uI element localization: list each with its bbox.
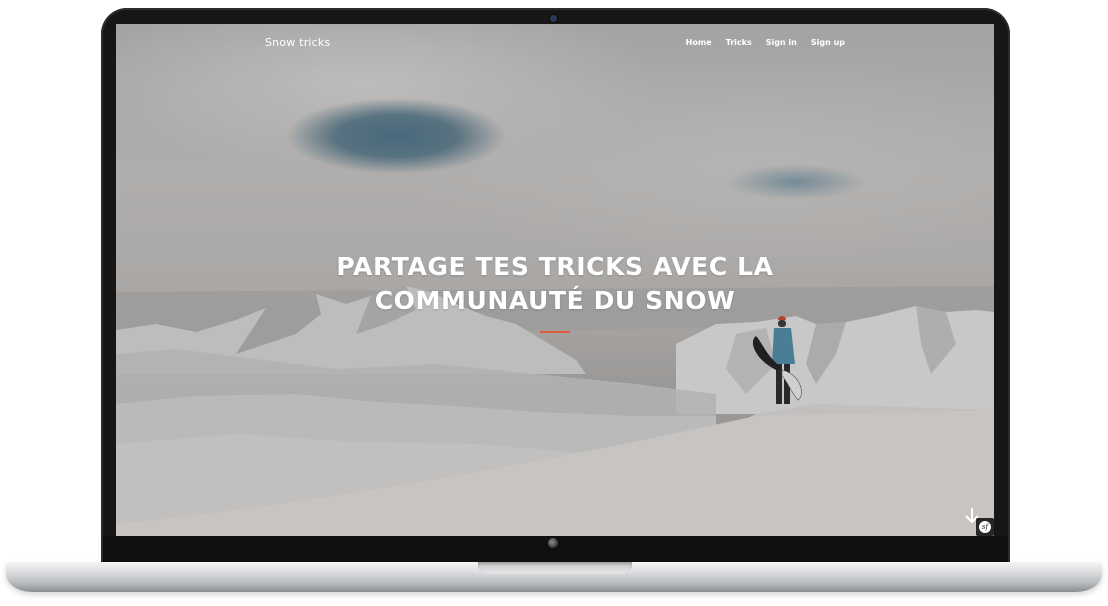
nav-link-tricks[interactable]: Tricks — [726, 38, 752, 47]
hero-title-line-2: COMMUNAUTÉ DU SNOW — [374, 286, 736, 315]
symfony-toolbar-toggle[interactable]: sf — [976, 518, 994, 536]
hero-title: PARTAGE TES TRICKS AVEC LA COMMUNAUTÉ DU… — [255, 250, 855, 318]
webcam-icon — [550, 15, 557, 22]
hero-title-line-1: PARTAGE TES TRICKS AVEC LA — [336, 252, 774, 281]
nav-link-sign-in[interactable]: Sign in — [766, 38, 797, 47]
brand-link[interactable]: Snow tricks — [265, 36, 330, 49]
screen: Snow tricks Home Tricks Sign in Sign up … — [116, 24, 994, 536]
navbar: Snow tricks Home Tricks Sign in Sign up — [116, 24, 994, 64]
laptop-logo-dot — [548, 538, 558, 548]
nav-link-sign-up[interactable]: Sign up — [811, 38, 845, 47]
nav-links: Home Tricks Sign in Sign up — [686, 38, 845, 47]
nav-link-home[interactable]: Home — [686, 38, 712, 47]
hero-accent-divider — [540, 331, 570, 333]
laptop-base-notch — [478, 562, 632, 574]
symfony-logo-letters: sf — [981, 523, 989, 531]
